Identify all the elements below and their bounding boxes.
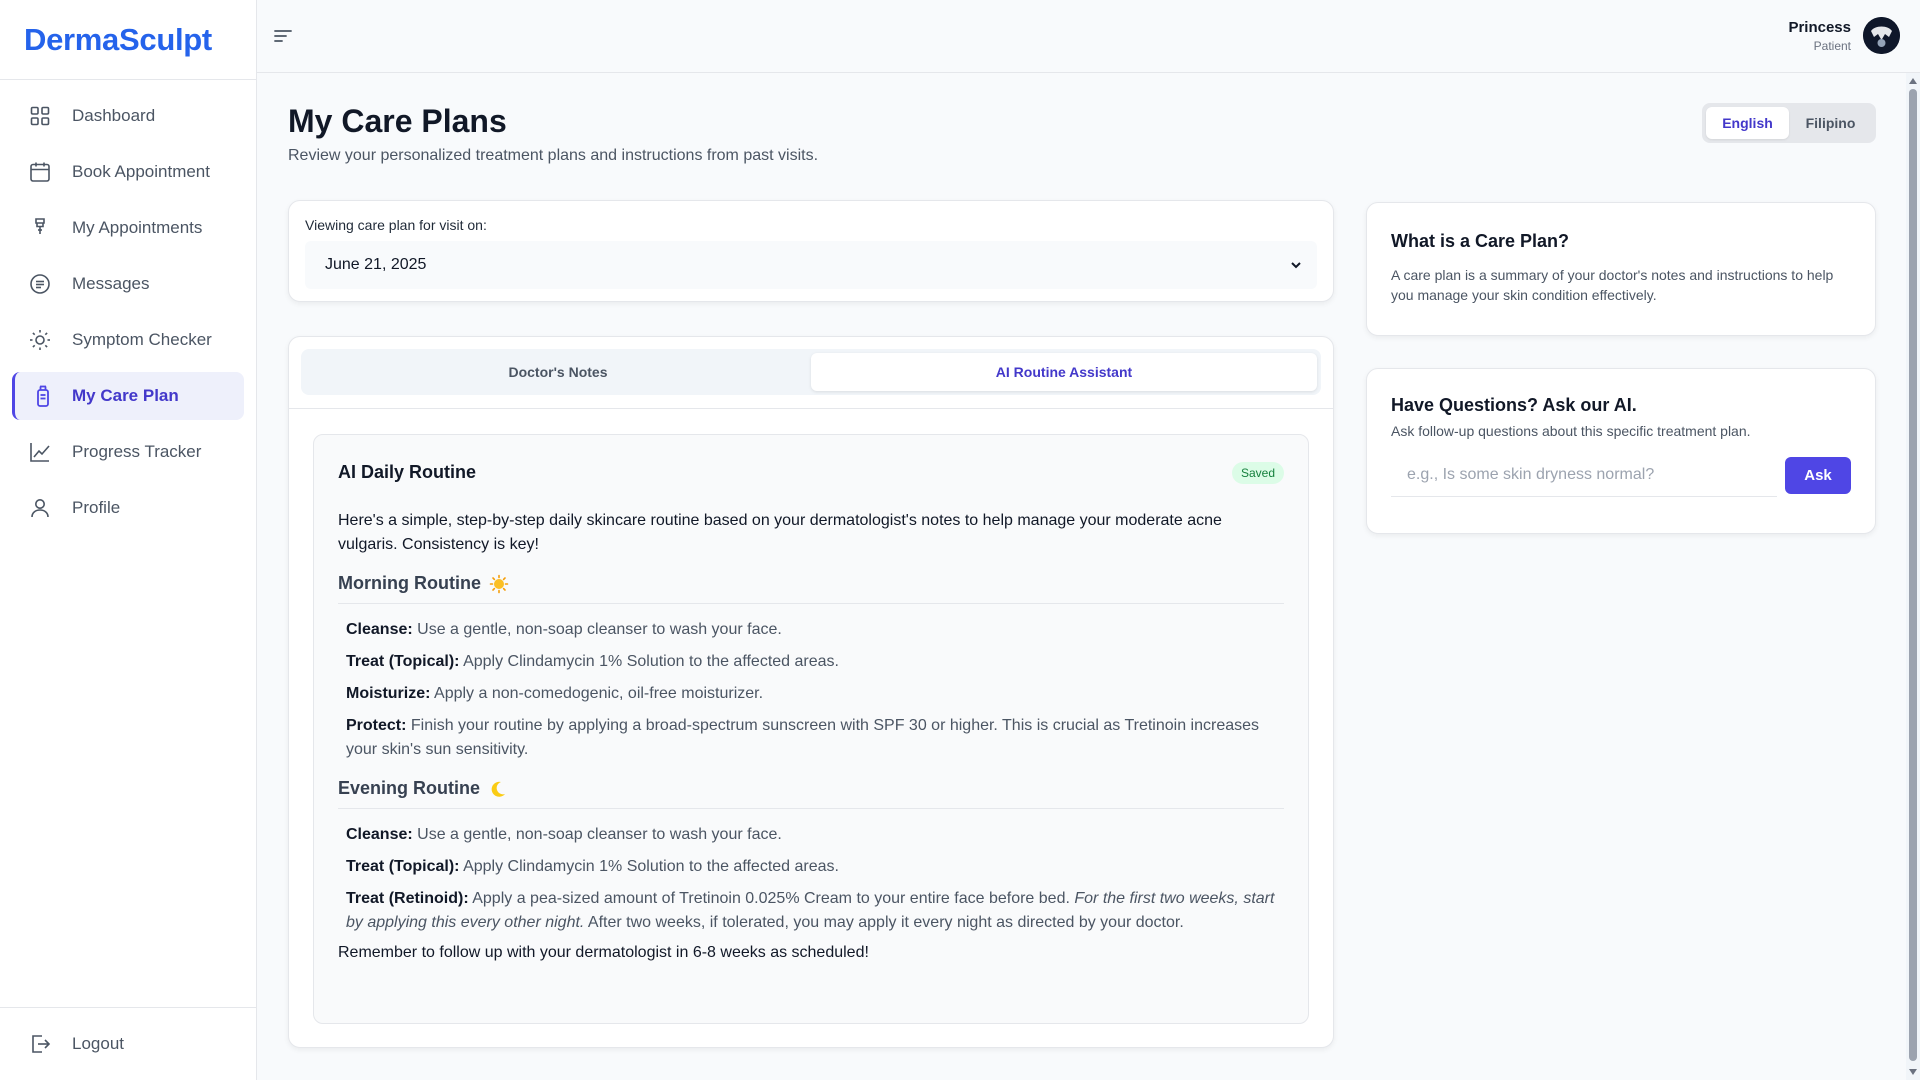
language-toggle: English Filipino xyxy=(1702,103,1876,143)
list-item: Treat (Topical): Apply Clindamycin 1% So… xyxy=(346,653,839,670)
morning-routine-title: Morning Routine xyxy=(338,573,481,593)
brand-logo[interactable]: DermaSculpt xyxy=(0,0,256,80)
evening-routine-heading: Evening Routine xyxy=(338,778,1284,809)
list-item: Treat (Topical): Apply Clindamycin 1% So… xyxy=(346,858,839,875)
routine-intro: Here's a simple, step-by-step daily skin… xyxy=(338,512,1222,553)
scrollbar-thumb[interactable] xyxy=(1909,89,1917,1061)
sidebar-item-label: Symptom Checker xyxy=(72,330,212,349)
sidebar-item-label: Messages xyxy=(72,274,150,293)
tab-doctors-notes[interactable]: Doctor's Notes xyxy=(305,353,811,391)
morning-routine-heading: Morning Routine xyxy=(338,573,1284,604)
scroll-up-icon[interactable] xyxy=(1909,77,1917,85)
sidebar-item-profile[interactable]: Profile xyxy=(12,484,244,532)
visit-date-value: June 21, 2025 xyxy=(325,256,427,273)
scroll-down-icon[interactable] xyxy=(1909,1068,1917,1076)
info-text: A care plan is a summary of your doctor'… xyxy=(1391,267,1834,303)
page-title: My Care Plans xyxy=(288,103,507,139)
list-item: Cleanse: Use a gentle, non-soap cleanser… xyxy=(346,826,782,843)
ask-ai-card: Have Questions? Ask our AI. Ask follow-u… xyxy=(1366,368,1876,534)
calendar-icon xyxy=(28,160,52,184)
user-role: Patient xyxy=(1813,38,1851,53)
routine-header: AI Daily Routine Saved xyxy=(338,435,1284,509)
sidebar-item-dashboard[interactable]: Dashboard xyxy=(12,92,244,140)
sidebar-item-label: My Appointments xyxy=(72,218,203,237)
list-item: Protect: Finish your routine by applying… xyxy=(346,717,1260,758)
care-plan-card: Doctor's Notes AI Routine Assistant AI D… xyxy=(288,336,1334,1048)
user-menu[interactable]: Princess Patient xyxy=(1788,17,1900,54)
user-icon xyxy=(28,496,52,520)
sidebar-nav: Dashboard Book Appointment My Appointmen… xyxy=(0,80,256,532)
routine-title: AI Daily Routine xyxy=(338,462,477,482)
topbar: Princess Patient xyxy=(257,0,1920,73)
language-option-filipino[interactable]: Filipino xyxy=(1789,107,1872,139)
avatar[interactable] xyxy=(1863,17,1900,54)
sidebar-item-label: Progress Tracker xyxy=(72,442,202,461)
sidebar-item-book-appointment[interactable]: Book Appointment xyxy=(12,148,244,196)
ask-form: Ask xyxy=(1391,453,1851,497)
clipboard-icon xyxy=(28,216,52,240)
language-option-english[interactable]: English xyxy=(1706,107,1789,139)
ask-button[interactable]: Ask xyxy=(1785,456,1851,494)
morning-steps: Cleanse: Use a gentle, non-soap cleanser… xyxy=(338,618,1284,762)
visit-date-select[interactable]: June 21, 2025 xyxy=(305,241,1317,289)
sidebar-item-progress-tracker[interactable]: Progress Tracker xyxy=(12,428,244,476)
ask-subtitle: Ask follow-up questions about this speci… xyxy=(1391,423,1751,439)
ask-title: Have Questions? Ask our AI. xyxy=(1391,395,1637,415)
status-badge: Saved xyxy=(1231,462,1284,484)
message-icon xyxy=(28,272,52,296)
care-plan-info-card: What is a Care Plan? A care plan is a su… xyxy=(1366,202,1876,336)
sidebar-item-label: My Care Plan xyxy=(72,386,179,405)
list-item: Moisturize: Apply a non-comedogenic, oil… xyxy=(346,685,764,702)
visit-select-label: Viewing care plan for visit on: xyxy=(305,217,487,233)
bottle-icon xyxy=(31,384,55,408)
logout-button[interactable]: Logout xyxy=(0,1007,256,1080)
info-title: What is a Care Plan? xyxy=(1391,231,1570,251)
chevron-down-icon xyxy=(1289,258,1303,272)
sidebar-item-label: Profile xyxy=(72,498,121,517)
sidebar-item-my-care-plan[interactable]: My Care Plan xyxy=(12,372,244,420)
logout-label: Logout xyxy=(72,1034,124,1053)
list-item: Treat (Retinoid): Apply a pea-sized amou… xyxy=(346,890,1275,931)
sun-icon xyxy=(28,328,52,352)
care-plan-tabs: Doctor's Notes AI Routine Assistant xyxy=(301,349,1321,395)
ai-routine-panel: AI Daily Routine Saved Here's a simple, … xyxy=(313,434,1309,1024)
list-item: Cleanse: Use a gentle, non-soap cleanser… xyxy=(346,621,782,638)
moon-icon xyxy=(488,779,508,799)
sidebar: DermaSculpt Dashboard Book Appointment M… xyxy=(0,0,257,1080)
ask-question-input[interactable] xyxy=(1391,453,1777,497)
sidebar-item-my-appointments[interactable]: My Appointments xyxy=(12,204,244,252)
user-info: Princess Patient xyxy=(1788,19,1851,53)
logout-icon xyxy=(28,1032,52,1056)
tab-ai-routine-assistant[interactable]: AI Routine Assistant xyxy=(811,353,1317,391)
user-name: Princess xyxy=(1788,18,1851,36)
sidebar-item-messages[interactable]: Messages xyxy=(12,260,244,308)
menu-toggle-icon[interactable] xyxy=(271,24,295,48)
evening-routine-title: Evening Routine xyxy=(338,778,481,798)
sidebar-item-label: Book Appointment xyxy=(72,162,210,181)
sidebar-item-symptom-checker[interactable]: Symptom Checker xyxy=(12,316,244,364)
page-subtitle: Review your personalized treatment plans… xyxy=(288,147,819,164)
visit-selector-card: Viewing care plan for visit on: June 21,… xyxy=(288,200,1334,302)
sidebar-item-label: Dashboard xyxy=(72,106,156,125)
evening-steps: Cleanse: Use a gentle, non-soap cleanser… xyxy=(338,823,1284,935)
grid-icon xyxy=(28,104,52,128)
routine-outro: Remember to follow up with your dermatol… xyxy=(338,944,869,961)
chart-line-icon xyxy=(28,440,52,464)
tabs-divider xyxy=(289,408,1333,409)
page-scrollbar[interactable] xyxy=(1906,73,1920,1080)
sun-icon xyxy=(489,574,509,594)
